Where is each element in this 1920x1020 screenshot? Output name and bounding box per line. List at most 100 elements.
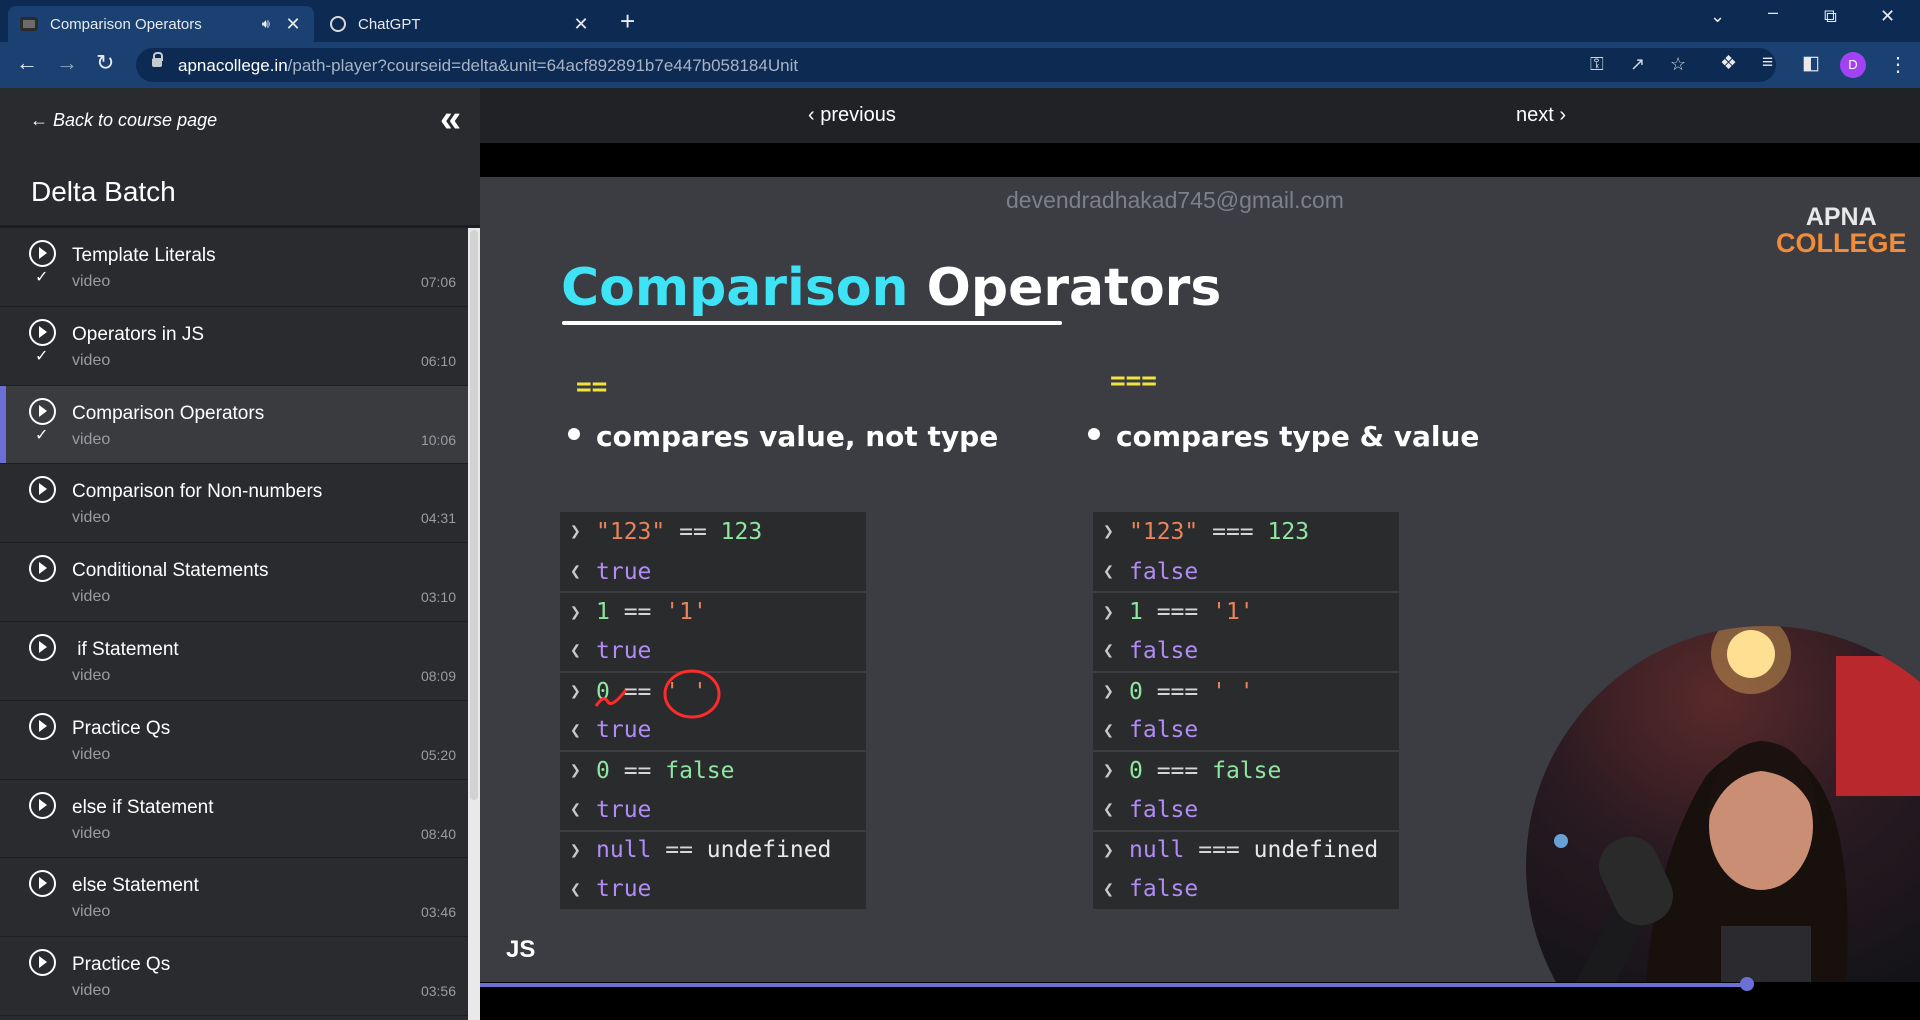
prompt-chevron-icon: ❯: [570, 601, 581, 623]
lesson-duration: 10:06: [420, 431, 456, 448]
user-watermark: devendradhakad745@gmail.com: [1006, 187, 1344, 213]
return-arrow-icon: ❮: [1103, 561, 1114, 583]
lesson-item[interactable]: Practice Qs video 05:20: [0, 700, 468, 780]
sidebar-scroll-thumb[interactable]: [470, 230, 478, 800]
console-input-row: ❯ 0 == false: [560, 750, 866, 790]
code-token: ===: [1142, 599, 1213, 626]
lesson-type: video: [72, 430, 111, 448]
return-arrow-icon: ❮: [570, 640, 581, 662]
code-token: 0: [1129, 757, 1143, 784]
tab-search-icon[interactable]: ⌄: [1710, 6, 1725, 27]
apnacollege-favicon-icon: [20, 17, 38, 31]
console-result: false: [1129, 558, 1199, 585]
lesson-item[interactable]: ✓ Comparison Operators video 10:06: [0, 385, 468, 465]
media-control-icon[interactable]: ≡: [1762, 52, 1773, 74]
lesson-item[interactable]: Comparison for Non-numbers video 04:31: [0, 464, 468, 544]
bookmark-star-icon[interactable]: ☆: [1670, 54, 1686, 75]
lesson-item[interactable]: ✓ Operators in JS video 06:10: [0, 306, 468, 386]
lesson-duration: 03:56: [420, 983, 456, 1000]
video-progress-handle[interactable]: [1740, 977, 1754, 991]
lesson-item[interactable]: Practice Qs video 03:56: [0, 937, 468, 1016]
code-token: ===: [1198, 518, 1268, 545]
lesson-type: video: [72, 351, 111, 369]
close-window-icon[interactable]: ✕: [1880, 6, 1895, 27]
code-token: 1: [596, 599, 610, 626]
lesson-item[interactable]: else Statement video 03:46: [0, 858, 468, 938]
lesson-item[interactable]: else if Statement video 08:40: [0, 779, 468, 859]
lesson-duration: 07:06: [420, 274, 456, 290]
share-icon[interactable]: ↗: [1630, 54, 1645, 75]
lesson-type: video: [72, 903, 111, 921]
play-circle-icon: [29, 240, 56, 267]
previous-lesson-link[interactable]: ‹ previous: [808, 104, 896, 127]
minimize-icon[interactable]: –: [1768, 2, 1778, 23]
close-tab-icon[interactable]: ✕: [572, 14, 590, 35]
play-circle-icon: [29, 791, 56, 819]
reload-icon[interactable]: ↻: [96, 52, 114, 74]
forward-arrow-icon[interactable]: →: [56, 52, 78, 74]
lesson-duration: 08:40: [420, 825, 456, 842]
tab-chatgpt[interactable]: ChatGPT ✕: [318, 6, 602, 42]
browser-menu-icon[interactable]: ⋮: [1888, 52, 1908, 77]
code-token: 0: [1129, 678, 1143, 705]
prompt-chevron-icon: ❯: [1103, 681, 1114, 703]
lesson-item[interactable]: if Statement video 08:09: [0, 621, 468, 701]
console-input-row: ❯ null === undefined: [1093, 829, 1399, 870]
lesson-item[interactable]: ✓ Template Literals video 07:06: [0, 228, 468, 307]
tab-comparison-operators[interactable]: Comparison Operators 🔊︎ ✕: [8, 6, 314, 42]
back-arrow-icon[interactable]: ←: [16, 52, 38, 74]
presenter-webcam: [1526, 626, 1920, 982]
lesson-item[interactable]: Conditional Statements video 03:10: [0, 543, 468, 622]
play-circle-icon: [29, 870, 56, 898]
title-underline: [562, 321, 1062, 325]
video-progress-bar[interactable]: [480, 983, 1747, 987]
extensions-icon[interactable]: ❖: [1720, 52, 1737, 75]
code-token: '1': [1212, 599, 1254, 626]
return-arrow-icon: ❮: [570, 878, 581, 900]
restore-icon[interactable]: ⧉: [1824, 6, 1837, 27]
code-token: false: [1212, 757, 1282, 784]
apna-college-logo: APNA COLLEGE: [1776, 203, 1907, 258]
return-arrow-icon: ❮: [570, 561, 581, 583]
lesson-title: else Statement: [72, 875, 199, 897]
code-token: false: [665, 757, 735, 784]
code-token: ==: [609, 599, 666, 626]
lesson-title: Comparison for Non-numbers: [72, 481, 323, 503]
audio-playing-icon[interactable]: 🔊︎: [262, 16, 270, 32]
prompt-chevron-icon: ❯: [1103, 601, 1114, 623]
console-output-row: ❮ true: [560, 869, 866, 909]
code-token: ===: [1142, 678, 1213, 705]
play-circle-icon: [29, 476, 56, 504]
tab-title: ChatGPT: [358, 15, 421, 33]
lesson-title: Conditional Statements: [72, 560, 269, 582]
lesson-navigation: [480, 88, 1920, 143]
code-token: ===: [1184, 837, 1254, 864]
strict-equality-console: ❯ "123" === 123 ❮ false ❯ 1 === '1' ❮ false ❯ 0 =…: [1093, 512, 1399, 909]
collapse-sidebar-icon[interactable]: «: [440, 100, 461, 138]
code-token: ==: [609, 757, 666, 784]
play-circle-icon: [29, 397, 56, 425]
profile-avatar[interactable]: D: [1840, 52, 1866, 78]
close-tab-icon[interactable]: ✕: [284, 14, 302, 35]
back-to-course-link[interactable]: ← Back to course page: [30, 110, 217, 131]
code-token: ==: [665, 518, 721, 545]
lesson-type: video: [72, 588, 111, 606]
lesson-duration: 04:31: [420, 510, 456, 527]
slide-footer-js: JS: [506, 936, 536, 963]
password-key-icon[interactable]: ⚿: [1590, 54, 1604, 75]
return-arrow-icon: ❮: [1103, 799, 1114, 821]
code-token: null: [1129, 837, 1185, 864]
code-token: undefined: [706, 837, 832, 864]
lesson-type: video: [72, 509, 111, 527]
side-panel-icon[interactable]: ◧: [1802, 52, 1820, 75]
prompt-chevron-icon: ❯: [570, 839, 581, 861]
prompt-chevron-icon: ❯: [1103, 521, 1114, 543]
chatgpt-favicon-icon: [330, 16, 346, 32]
url-text[interactable]: apnacollege.in/path-player?courseid=delt…: [178, 56, 798, 76]
new-tab-button[interactable]: +: [620, 8, 635, 34]
next-lesson-link[interactable]: next ›: [1516, 104, 1566, 127]
code-token: 0: [596, 757, 610, 784]
console-output-row: ❮ true: [560, 552, 866, 592]
address-bar[interactable]: apnacollege.in/path-player?courseid=delt…: [136, 48, 1776, 82]
code-token: 123: [1267, 518, 1310, 545]
